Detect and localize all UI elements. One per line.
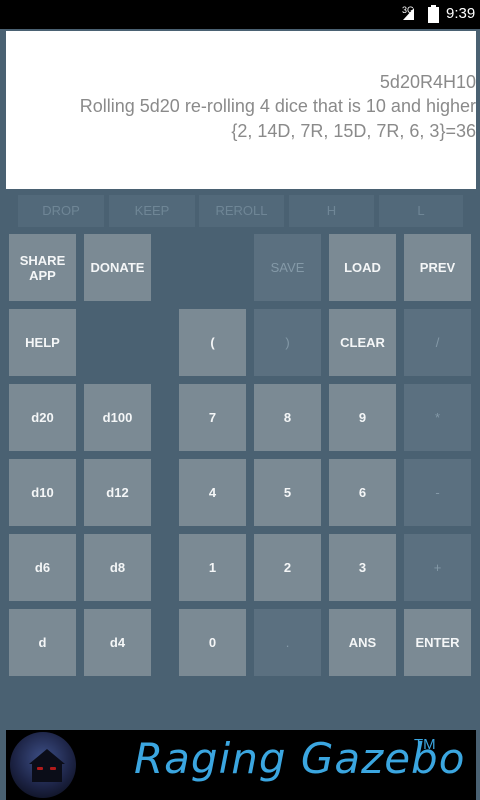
- keep-button[interactable]: KEEP: [109, 195, 195, 227]
- digit-3-button[interactable]: 3: [329, 534, 396, 601]
- battery-icon: [428, 5, 439, 23]
- digit-9-button[interactable]: 9: [329, 384, 396, 451]
- donate-button[interactable]: DONATE: [84, 234, 151, 301]
- gazebo-logo-icon: [10, 732, 76, 798]
- save-button[interactable]: SAVE: [254, 234, 321, 301]
- digit-5-button[interactable]: 5: [254, 459, 321, 526]
- digit-0-button[interactable]: 0: [179, 609, 246, 676]
- d4-button[interactable]: d4: [84, 609, 151, 676]
- minus-button[interactable]: -: [404, 459, 471, 526]
- d8-button[interactable]: d8: [84, 534, 151, 601]
- d-button[interactable]: d: [9, 609, 76, 676]
- reroll-button[interactable]: REROLL: [199, 195, 284, 227]
- clock: 9:39: [446, 5, 476, 22]
- digit-6-button[interactable]: 6: [329, 459, 396, 526]
- signal-icon: [403, 8, 414, 20]
- result-text: {2, 14D, 7R, 15D, 7R, 6, 3}=36: [231, 121, 476, 141]
- d100-button[interactable]: d100: [84, 384, 151, 451]
- trademark-mark: TM: [414, 736, 436, 753]
- ad-banner[interactable]: Raging Gazebo TM: [6, 730, 476, 800]
- digit-4-button[interactable]: 4: [179, 459, 246, 526]
- help-button[interactable]: HELP: [9, 309, 76, 376]
- drop-button[interactable]: DROP: [18, 195, 104, 227]
- decimal-button[interactable]: .: [254, 609, 321, 676]
- divide-button[interactable]: /: [404, 309, 471, 376]
- plus-button[interactable]: +: [404, 534, 471, 601]
- d20-button[interactable]: d20: [9, 384, 76, 451]
- digit-8-button[interactable]: 8: [254, 384, 321, 451]
- multiply-button[interactable]: *: [404, 384, 471, 451]
- digit-1-button[interactable]: 1: [179, 534, 246, 601]
- enter-button[interactable]: ENTER: [404, 609, 471, 676]
- expression-text: 5d20R4H10: [379, 72, 476, 92]
- load-button[interactable]: LOAD: [329, 234, 396, 301]
- clear-button[interactable]: CLEAR: [329, 309, 396, 376]
- result-display: 5d20R4H10 Rolling 5d20 re-rolling 4 dice…: [6, 31, 476, 189]
- status-bar: 3G 9:39: [0, 0, 480, 29]
- open-paren-button[interactable]: (: [179, 309, 246, 376]
- d12-button[interactable]: d12: [84, 459, 151, 526]
- digit-7-button[interactable]: 7: [179, 384, 246, 451]
- low-button[interactable]: L: [379, 195, 463, 227]
- high-button[interactable]: H: [289, 195, 374, 227]
- d6-button[interactable]: d6: [9, 534, 76, 601]
- d10-button[interactable]: d10: [9, 459, 76, 526]
- share-app-button[interactable]: SHARE APP: [9, 234, 76, 301]
- prev-button[interactable]: PREV: [404, 234, 471, 301]
- close-paren-button[interactable]: ): [254, 309, 321, 376]
- digit-2-button[interactable]: 2: [254, 534, 321, 601]
- description-text: Rolling 5d20 re-rolling 4 dice that is 1…: [79, 96, 476, 116]
- ans-button[interactable]: ANS: [329, 609, 396, 676]
